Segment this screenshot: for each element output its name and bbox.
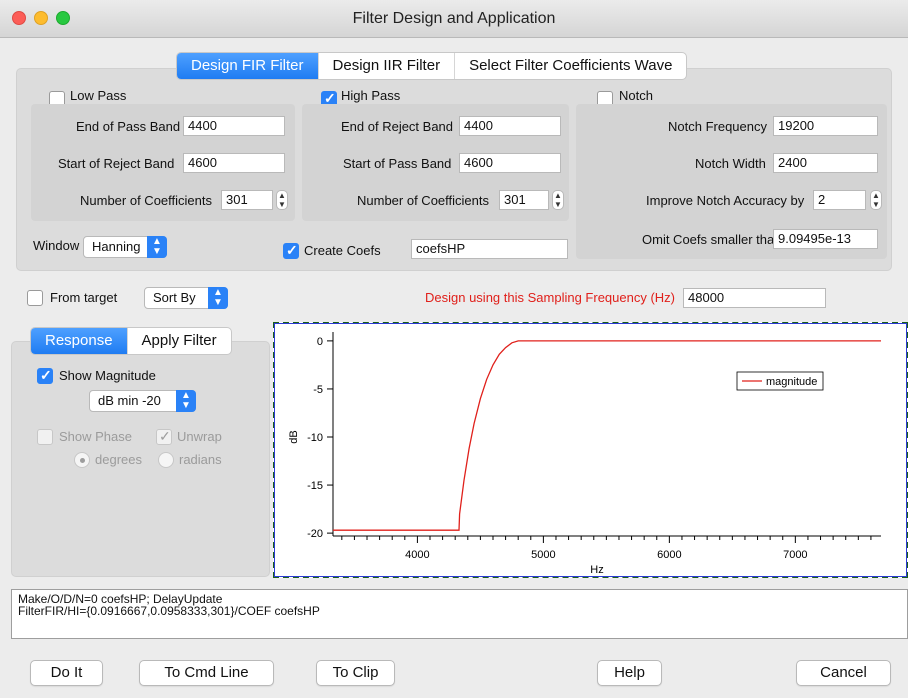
start-pass-band-label: Start of Pass Band	[343, 156, 452, 171]
degrees-radio[interactable]	[74, 452, 90, 468]
magnitude-series-line	[333, 340, 881, 531]
lp-num-coefs-label: Number of Coefficients	[80, 193, 212, 208]
y-axis-label: dB	[288, 430, 300, 443]
hp-num-coefs-label: Number of Coefficients	[357, 193, 489, 208]
hp-num-coefs-field[interactable]: 301	[499, 190, 549, 210]
show-phase-checkbox[interactable]	[37, 429, 53, 445]
chevron-updown-icon: ▲ ▼	[208, 287, 228, 309]
tab-apply-filter[interactable]: Apply Filter	[128, 328, 231, 354]
coefs-name-field[interactable]: coefsHP	[411, 239, 568, 259]
x-axis-label: Hz	[590, 564, 603, 576]
y-tick-label: 0	[317, 336, 323, 348]
notch-frequency-label: Notch Frequency	[668, 119, 767, 134]
x-tick-label: 4000	[405, 549, 429, 561]
sampling-frequency-label: Design using this Sampling Frequency (Hz…	[425, 290, 675, 305]
omit-coefs-field[interactable]: 9.09495e-13	[773, 229, 878, 249]
sampling-frequency-field[interactable]: 48000	[683, 288, 826, 308]
help-button[interactable]: Help	[597, 660, 662, 686]
show-magnitude-checkbox[interactable]	[37, 367, 53, 384]
to-clip-button[interactable]: To Clip	[316, 660, 395, 686]
notch-width-field[interactable]: 2400	[773, 153, 878, 173]
y-tick-label: -20	[307, 528, 323, 540]
sort-by-value: Sort By	[153, 290, 196, 305]
lp-num-coefs-stepper[interactable]: ▲ ▼	[276, 190, 288, 210]
start-reject-band-label: Start of Reject Band	[58, 156, 175, 171]
unwrap-checkbox[interactable]	[156, 428, 172, 445]
window-label: Window	[33, 238, 80, 253]
notch-label: Notch	[619, 88, 653, 103]
window-type-value: Hanning	[92, 239, 141, 254]
tab-select-coefs-wave[interactable]: Select Filter Coefficients Wave	[455, 53, 686, 79]
y-tick-label: -10	[307, 432, 323, 444]
high-pass-label: High Pass	[341, 88, 401, 103]
tab-response[interactable]: Response	[31, 328, 128, 354]
lp-num-coefs-field[interactable]: 301	[221, 190, 273, 210]
hp-num-coefs-stepper[interactable]: ▲ ▼	[552, 190, 564, 210]
x-tick-label: 7000	[783, 549, 807, 561]
y-tick-label: -15	[307, 480, 323, 492]
degrees-label: degrees	[95, 452, 142, 467]
unwrap-label: Unwrap	[177, 429, 222, 444]
radians-label: radians	[179, 452, 222, 467]
notch-accuracy-label: Improve Notch Accuracy by	[646, 193, 805, 208]
y-tick-label: -5	[313, 384, 323, 396]
create-coefs-checkbox[interactable]	[283, 242, 299, 259]
tab-design-fir[interactable]: Design FIR Filter	[177, 53, 319, 79]
db-min-select[interactable]: dB min -20 ▲ ▼	[89, 390, 196, 412]
window-title: Filter Design and Application	[352, 10, 556, 27]
response-tabs: Response Apply Filter	[30, 327, 232, 355]
sort-by-select[interactable]: Sort By ▲ ▼	[144, 287, 228, 309]
create-coefs-label: Create Coefs	[304, 243, 381, 258]
notch-accuracy-field[interactable]: 2	[813, 190, 866, 210]
chart-svg: 0 -5 -10 -15 -20 4000 5000 6000 7000 Hz dB magnitud…	[288, 332, 881, 576]
title-bar: Filter Design and Application	[0, 0, 908, 38]
filter-design-window: Filter Design and Application Design FIR…	[0, 0, 908, 698]
to-cmd-line-button[interactable]: To Cmd Line	[139, 660, 274, 686]
from-target-checkbox[interactable]	[27, 290, 43, 306]
magnitude-response-chart[interactable]: 0 -5 -10 -15 -20 4000 5000 6000 7000 Hz dB magnitud…	[273, 322, 908, 578]
legend-label: magnitude	[766, 376, 817, 388]
command-preview[interactable]: Make/O/D/N=0 coefsHP; DelayUpdate Filter…	[11, 589, 908, 639]
do-it-button[interactable]: Do It	[30, 660, 103, 686]
from-target-label: From target	[50, 290, 118, 305]
chevron-updown-icon: ▲ ▼	[176, 390, 196, 412]
end-reject-band-label: End of Reject Band	[341, 119, 454, 134]
chevron-updown-icon: ▲ ▼	[147, 236, 167, 258]
omit-coefs-label: Omit Coefs smaller than	[642, 232, 782, 247]
radians-radio[interactable]	[158, 452, 174, 468]
notch-accuracy-stepper[interactable]: ▲ ▼	[870, 190, 882, 210]
tab-design-iir[interactable]: Design IIR Filter	[319, 53, 456, 79]
design-tabs: Design FIR Filter Design IIR Filter Sele…	[176, 52, 688, 80]
db-min-value: dB min -20	[98, 393, 161, 408]
end-pass-band-field[interactable]: 4400	[183, 116, 285, 136]
cancel-button[interactable]: Cancel	[796, 660, 891, 686]
show-phase-label: Show Phase	[59, 429, 132, 444]
window-type-select[interactable]: Hanning ▲ ▼	[83, 236, 167, 258]
x-tick-label: 6000	[657, 549, 681, 561]
show-magnitude-label: Show Magnitude	[59, 368, 156, 383]
command-line-2: FilterFIR/HI={0.0916667,0.0958333,301}/C…	[18, 604, 320, 618]
low-pass-label: Low Pass	[70, 88, 127, 103]
notch-frequency-field[interactable]: 19200	[773, 116, 878, 136]
start-pass-band-field[interactable]: 4600	[459, 153, 561, 173]
end-reject-band-field[interactable]: 4400	[459, 116, 561, 136]
x-tick-label: 5000	[531, 549, 555, 561]
start-reject-band-field[interactable]: 4600	[183, 153, 285, 173]
notch-width-label: Notch Width	[695, 156, 766, 171]
end-pass-band-label: End of Pass Band	[76, 119, 181, 134]
